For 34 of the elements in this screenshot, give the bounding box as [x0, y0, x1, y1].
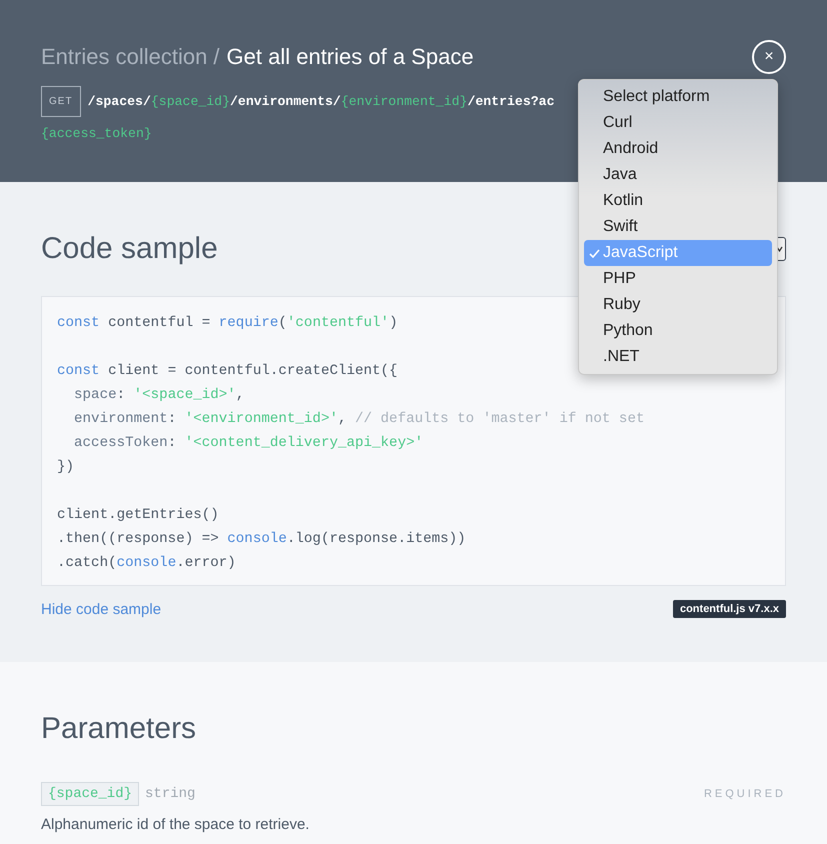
- breadcrumb: Entries collection /: [41, 44, 220, 70]
- endpoint-url: {access_token}: [41, 125, 152, 143]
- code-line: space: '<space_id>',: [73, 386, 244, 405]
- endpoint-url: /spaces/{space_id}/environments/{environment_id}/entries?ac: [88, 93, 554, 111]
- code-line: environment: '<environment_id>', // defaults to 'master' if not set: [73, 410, 644, 429]
- version-badge: contentful.js v7.x.x: [672, 600, 786, 618]
- parameter-name: {space_id}: [41, 782, 140, 806]
- code-line: const client = contentful.createClient({: [57, 362, 398, 381]
- code-line: accessToken: '<content_delivery_api_key>': [73, 434, 424, 453]
- code-line: .then((response) => console.log(response.items)): [57, 530, 466, 549]
- menu-item[interactable]: PHP: [584, 266, 772, 292]
- menu-item[interactable]: Swift: [584, 214, 772, 240]
- menu-item[interactable]: .NET: [584, 344, 772, 370]
- menu-item[interactable]: Android: [584, 136, 772, 162]
- code-line: }): [57, 458, 74, 477]
- parameter-type: string: [145, 786, 196, 802]
- menu-item[interactable]: Python: [584, 318, 772, 344]
- page-title: Get all entries of a Space: [226, 44, 474, 70]
- menu-item[interactable]: Java: [584, 162, 772, 188]
- close-button[interactable]: ×: [752, 40, 786, 74]
- parameter-description: Alphanumeric id of the space to retrieve.: [41, 816, 310, 833]
- section-heading: Parameters: [41, 712, 198, 746]
- menu-item[interactable]: Kotlin: [584, 188, 772, 214]
- check-icon: [589, 249, 600, 258]
- method-badge: GET: [41, 86, 81, 117]
- menu-item[interactable]: Select platform: [584, 84, 772, 110]
- menu-item[interactable]: Curl: [584, 110, 772, 136]
- menu-item[interactable]: Ruby: [584, 292, 772, 318]
- section-heading: Code sample: [41, 232, 218, 266]
- caret-icon: [776, 245, 783, 253]
- code-line: client.getEntries(): [57, 506, 219, 525]
- code-line: const contentful = require('contentful'): [57, 314, 398, 333]
- required-label: REQUIRED: [704, 788, 786, 800]
- code-line: .catch(console.error): [57, 554, 236, 573]
